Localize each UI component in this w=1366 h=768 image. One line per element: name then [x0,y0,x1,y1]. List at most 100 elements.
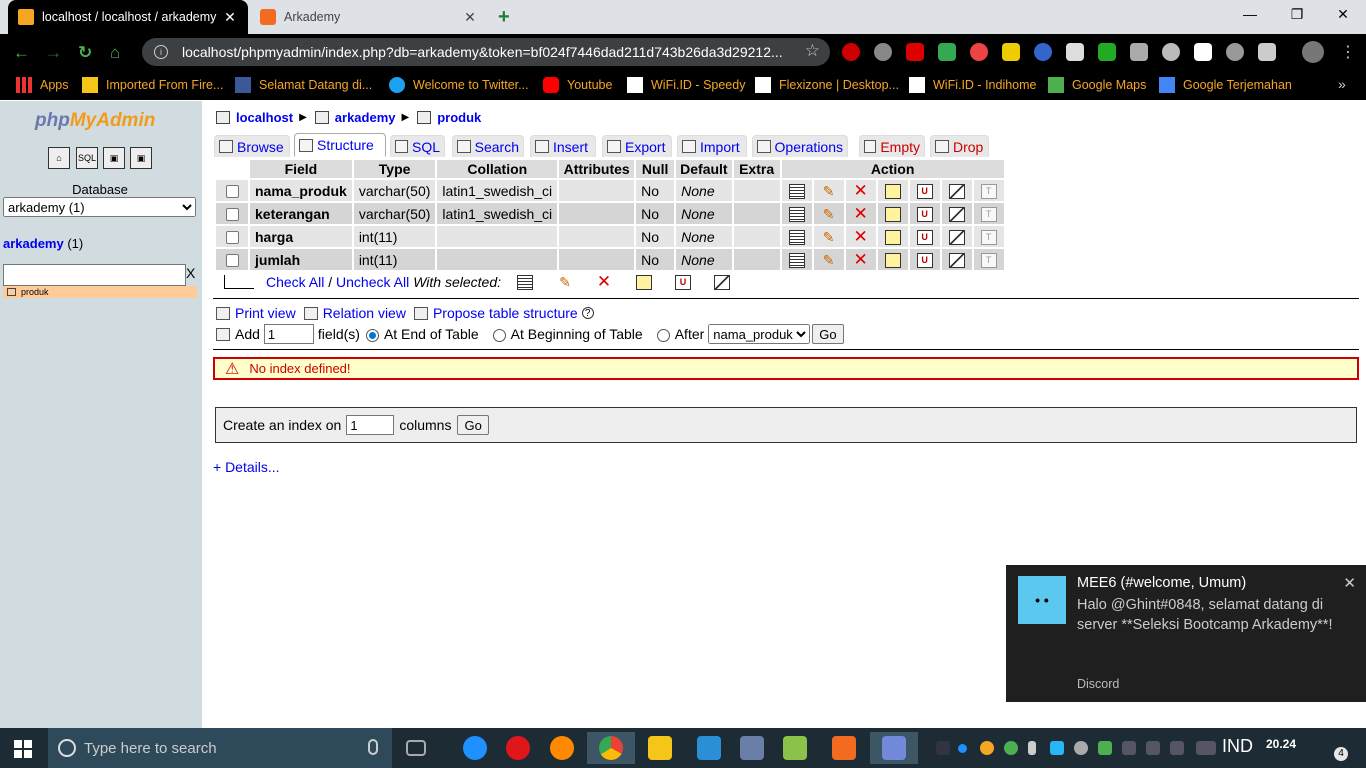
browser-tab-pma[interactable]: localhost / localhost / arkademy ✕ [8,0,248,34]
chrome-icon[interactable] [587,732,635,764]
database-select[interactable]: arkademy (1) [3,197,196,217]
fulltext-icon[interactable]: T [980,252,997,268]
browse-icon[interactable] [788,252,805,268]
app-editor-icon[interactable] [728,732,776,764]
google-icon[interactable] [938,43,956,61]
tab-browse[interactable]: Browse [214,135,290,157]
close-window-icon[interactable]: ✕ [1323,6,1363,23]
tray-dot-icon[interactable] [958,744,967,753]
tab-structure[interactable]: Structure [294,133,386,157]
taskbar-search[interactable]: Type here to search [48,728,392,768]
add-field-count-input[interactable] [263,324,314,344]
shield-gray-icon[interactable] [1130,43,1148,61]
bookmark-imported[interactable]: Imported From Fire... [82,77,223,93]
shield-green-icon[interactable] [1098,43,1116,61]
fulltext-icon[interactable]: T [980,229,997,245]
browse-icon[interactable] [788,229,805,245]
drop-icon[interactable]: ✕ [853,205,869,222]
adblock-icon[interactable] [842,43,860,61]
sidebar-table-produk[interactable]: produk [3,286,197,298]
info-icon[interactable]: i [154,45,168,59]
tab-search[interactable]: Search [452,135,524,157]
bookmark-star-icon[interactable]: ☆ [805,41,820,61]
ext-red-icon[interactable] [906,43,924,61]
block-icon[interactable] [1034,43,1052,61]
browse-selected-icon[interactable] [517,274,533,290]
sql-query-icon[interactable]: SQL [76,147,98,169]
close-notification-icon[interactable]: ✕ [1343,574,1356,592]
index-icon[interactable] [948,229,965,245]
radio-end-of-table[interactable] [365,328,379,342]
unique-icon[interactable]: U [916,229,933,245]
bookmark-flexizone[interactable]: Flexizone | Desktop... [755,77,899,93]
uncheck-all-link[interactable]: Uncheck All [336,274,409,290]
firefox-icon[interactable] [538,732,586,764]
check-icon[interactable] [1194,43,1212,61]
minimize-icon[interactable]: — [1230,6,1270,22]
propose-structure-link[interactable]: Propose table structure [433,305,578,321]
clock[interactable]: 20.24 [1266,737,1296,751]
bluetooth-icon[interactable] [1028,741,1036,755]
bookmark-apps[interactable]: Apps [16,77,69,93]
keyboard-icon[interactable] [1196,741,1216,755]
unique-icon[interactable]: U [916,252,933,268]
bookmark-google-translate[interactable]: Google Terjemahan [1159,77,1292,93]
tray-globe-icon[interactable] [1004,741,1018,755]
after-field-select[interactable]: nama_produk [708,324,811,344]
forward-icon[interactable]: → [45,43,62,63]
bookmark-youtube[interactable]: Youtube [543,77,612,93]
unique-icon[interactable]: U [916,183,933,199]
microphone-icon[interactable] [368,739,378,755]
radio-beginning-of-table[interactable] [492,328,506,342]
query-window-icon[interactable]: ▣ [103,147,125,169]
index-columns-input[interactable] [346,415,395,435]
primary-key-icon[interactable] [884,229,901,245]
bookmark-twitter[interactable]: Welcome to Twitter... [389,77,529,93]
edit-icon[interactable]: ✎ [821,253,837,268]
xampp-icon[interactable] [820,732,868,764]
phpmyadmin-logo[interactable]: phpMyAdmin [35,110,155,132]
check-all-link[interactable]: Check All [266,274,324,290]
restore-icon[interactable]: ❐ [1277,6,1317,23]
clear-filter-button[interactable]: X [186,265,195,281]
menu-dots-icon[interactable]: ⋮ [1340,42,1356,62]
unique-icon[interactable]: U [916,206,933,222]
home-icon[interactable]: ⌂ [110,43,120,63]
breadcrumb-table[interactable]: produk [437,110,481,125]
details-toggle[interactable]: + Details... [213,459,280,475]
more-bookmarks-icon[interactable]: » [1338,76,1346,92]
index-icon[interactable] [948,206,965,222]
primary-key-icon[interactable] [884,183,901,199]
tray-green-icon[interactable] [1098,741,1112,755]
tray-monitor-icon[interactable] [1050,741,1064,755]
primary-selected-icon[interactable] [636,274,652,290]
input-language[interactable]: IND [1222,736,1253,757]
media-player-icon[interactable] [685,732,733,764]
drop-icon[interactable]: ✕ [853,182,869,199]
notepad-plus-icon[interactable] [771,732,819,764]
row-checkbox[interactable] [225,208,239,222]
bookmark-facebook[interactable]: Selamat Datang di... [235,77,372,93]
task-view-icon[interactable] [392,732,440,764]
edit-icon[interactable]: ✎ [821,230,837,245]
table-filter-input[interactable] [3,264,186,286]
edit-selected-icon[interactable]: ✎ [557,275,573,290]
close-tab-icon[interactable]: ✕ [462,9,478,26]
edit-icon[interactable]: ✎ [821,184,837,199]
create-index-go-button[interactable]: Go [457,415,489,435]
tab-drop[interactable]: Drop [930,135,989,157]
primary-key-icon[interactable] [884,206,901,222]
tab-import[interactable]: Import [677,135,747,157]
gear-icon[interactable] [874,43,892,61]
row-checkbox[interactable] [225,185,239,199]
browser-tab-arkademy[interactable]: Arkademy ✕ [250,0,488,34]
help-icon[interactable]: ? [581,307,594,319]
index-icon[interactable] [948,183,965,199]
home-icon[interactable]: ⌂ [48,147,70,169]
windows-start-icon[interactable] [14,740,32,758]
index-icon[interactable] [948,252,965,268]
row-checkbox[interactable] [225,254,239,268]
tray-overflow-icon[interactable] [936,741,950,755]
new-tab-icon[interactable]: + [498,6,510,29]
tab-export[interactable]: Export [602,135,672,157]
